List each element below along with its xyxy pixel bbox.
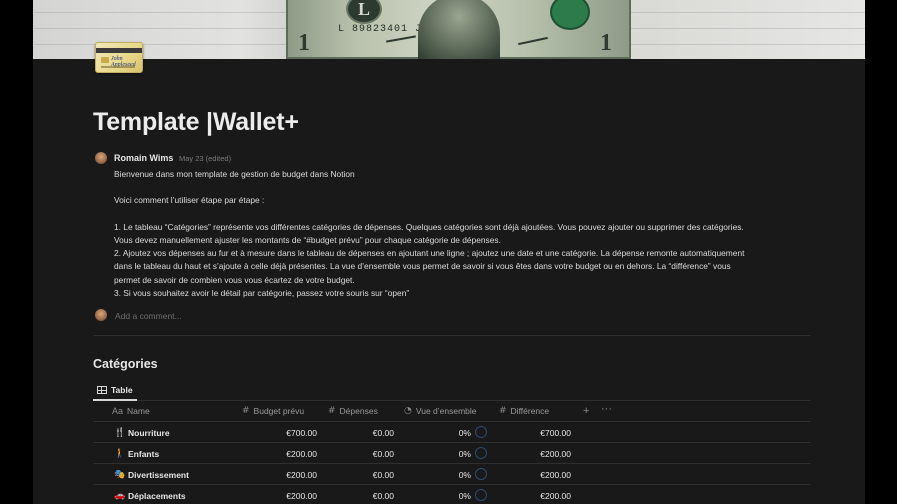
- theater-masks-icon: 🎭: [114, 470, 126, 480]
- cell-budget[interactable]: €700.00: [243, 428, 317, 438]
- table-row[interactable]: 🚗 Déplacements €200.00 €0.00 0% €200.00: [93, 485, 811, 504]
- table-icon: [97, 385, 107, 394]
- progress-ring: [475, 468, 487, 480]
- cell-progress[interactable]: 0%: [423, 449, 471, 459]
- page-cover[interactable]: 1 L L 89823401 J 1: [33, 0, 865, 59]
- bill-signature-left: [386, 35, 416, 43]
- comment-author[interactable]: Romain Wims: [114, 153, 173, 163]
- comment-line: dans le tableau du haut et s’ajoute à ce…: [114, 261, 731, 272]
- progress-ring: [475, 426, 487, 438]
- table-row[interactable]: 🎭 Divertissement €200.00 €0.00 0% €200.0…: [93, 464, 811, 485]
- cell-progress[interactable]: 0%: [423, 470, 471, 480]
- column-header-difference[interactable]: # Différence: [499, 406, 549, 416]
- cell-difference[interactable]: €700.00: [499, 428, 571, 438]
- cell-depenses[interactable]: €0.00: [329, 428, 394, 438]
- row-name-label: Divertissement: [128, 470, 189, 480]
- column-label: Différence: [510, 406, 550, 416]
- number-property-icon: #: [499, 406, 507, 416]
- categories-table: Aa Name # Budget prévu # Dépenses ◔ Vue …: [93, 401, 811, 504]
- comment-blank-line: [114, 181, 814, 194]
- cell-budget[interactable]: €200.00: [243, 449, 317, 459]
- comment-line: Bienvenue dans mon template de gestion d…: [114, 169, 355, 179]
- tab-table-view[interactable]: Table: [93, 380, 137, 401]
- text-property-icon: Aa: [112, 406, 124, 416]
- bill-denomination-right: 1: [600, 30, 612, 56]
- row-name-label: Déplacements: [128, 491, 186, 501]
- card-chip: [101, 57, 109, 63]
- notion-page: 1 L L 89823401 J 1 John Appleseed Templa…: [33, 0, 865, 504]
- cell-difference[interactable]: €200.00: [499, 491, 571, 501]
- column-header-name[interactable]: Aa Name: [112, 406, 150, 416]
- comment-line: 3. Si vous souhaitez avoir le détail par…: [114, 287, 410, 298]
- cell-progress[interactable]: 0%: [423, 428, 471, 438]
- car-icon: 🚗: [114, 491, 126, 501]
- bill-seal-letter: L: [357, 0, 370, 19]
- cell-depenses[interactable]: €0.00: [329, 470, 394, 480]
- comment-blank-line: [114, 208, 814, 221]
- column-label: Vue d’ensemble: [415, 406, 477, 416]
- column-header-budget[interactable]: # Budget prévu: [242, 406, 304, 416]
- bill-denomination-left: 1: [298, 30, 310, 56]
- column-label: Name: [127, 406, 150, 416]
- divider: [93, 335, 811, 336]
- comment-line: Vous devez manuellement ajuster les mont…: [114, 234, 501, 245]
- row-name-label: Enfants: [128, 449, 160, 459]
- comment-line: 2. Ajoutez vos dépenses au fur et à mesu…: [114, 248, 745, 259]
- cell-progress[interactable]: 0%: [423, 491, 471, 501]
- comment-body: Bienvenue dans mon template de gestion d…: [114, 168, 814, 300]
- table-header: Aa Name # Budget prévu # Dépenses ◔ Vue …: [93, 401, 811, 422]
- row-name[interactable]: 🚶 Enfants: [114, 449, 159, 459]
- cell-depenses[interactable]: €0.00: [329, 491, 394, 501]
- avatar: [95, 309, 107, 321]
- add-column-button[interactable]: +: [583, 405, 589, 417]
- column-label: Dépenses: [339, 406, 378, 416]
- column-header-vue-ensemble[interactable]: ◔ Vue d’ensemble: [404, 406, 477, 416]
- comment-line: Voici comment l’utiliser étape par étape…: [114, 195, 265, 206]
- page-title[interactable]: Template |Wallet+: [93, 108, 299, 137]
- more-options-button[interactable]: ···: [601, 403, 612, 415]
- view-tabs: Table: [93, 380, 811, 401]
- fork-knife-icon: 🍴: [114, 428, 126, 438]
- bill-signature-right: [518, 36, 548, 46]
- row-name[interactable]: 🍴 Nourriture: [114, 428, 170, 438]
- database-title[interactable]: Catégories: [93, 357, 158, 371]
- screen-bezel-left: [0, 0, 33, 504]
- cell-depenses[interactable]: €0.00: [329, 449, 394, 459]
- bill-seal-left: L: [346, 0, 382, 24]
- comment-header: Romain Wims May 23 (edited): [114, 153, 231, 163]
- credit-card-icon[interactable]: John Appleseed: [95, 42, 143, 73]
- avatar[interactable]: [95, 152, 107, 164]
- column-header-depenses[interactable]: # Dépenses: [328, 406, 378, 416]
- add-comment-placeholder[interactable]: Add a comment...: [115, 311, 182, 321]
- child-icon: 🚶: [114, 449, 126, 459]
- dollar-bill-image: 1 L L 89823401 J 1: [286, 0, 631, 59]
- bill-seal-right: [550, 0, 590, 30]
- cell-difference[interactable]: €200.00: [499, 449, 571, 459]
- screen-bezel-right: [865, 0, 897, 504]
- row-name[interactable]: 🚗 Déplacements: [114, 491, 186, 501]
- number-property-icon: #: [328, 406, 336, 416]
- table-row[interactable]: 🍴 Nourriture €700.00 €0.00 0% €700.00: [93, 422, 811, 443]
- cell-budget[interactable]: €200.00: [243, 491, 317, 501]
- card-line: [101, 66, 135, 68]
- cell-difference[interactable]: €200.00: [499, 470, 571, 480]
- progress-ring: [475, 447, 487, 459]
- progress-icon: ◔: [404, 406, 412, 416]
- card-stripe: [96, 48, 142, 53]
- comment-line: 1. Le tableau “Catégories” représente vo…: [114, 221, 744, 232]
- number-property-icon: #: [242, 406, 250, 416]
- row-name-label: Nourriture: [128, 428, 170, 438]
- add-comment-field[interactable]: Add a comment...: [95, 309, 815, 323]
- tab-label: Table: [111, 384, 133, 395]
- cell-budget[interactable]: €200.00: [243, 470, 317, 480]
- comment-line: permet de savoir de combien vous vous éc…: [114, 274, 355, 285]
- table-row[interactable]: 🚶 Enfants €200.00 €0.00 0% €200.00: [93, 443, 811, 464]
- column-label: Budget prévu: [253, 406, 305, 416]
- row-name[interactable]: 🎭 Divertissement: [114, 470, 189, 480]
- progress-ring: [475, 489, 487, 501]
- comment-timestamp: May 23 (edited): [178, 154, 232, 163]
- bill-portrait: [418, 0, 500, 59]
- bill-serial: L 89823401 J: [338, 24, 423, 35]
